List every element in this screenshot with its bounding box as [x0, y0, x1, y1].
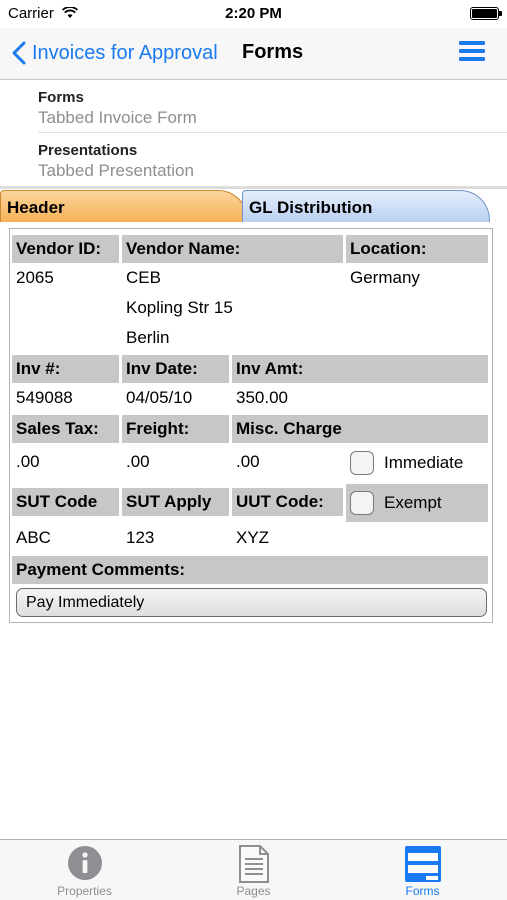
uut-code-value: XYZ [236, 528, 270, 547]
page-title: Forms [242, 41, 304, 63]
tab-gl-distribution[interactable]: GL Distribution [242, 190, 490, 222]
freight-value: .00 [126, 452, 150, 471]
vendor-name-label: Vendor Name: [122, 235, 343, 263]
location-label: Location: [346, 235, 488, 263]
tab-forms[interactable]: Forms [338, 840, 507, 900]
freight-label: Freight: [122, 415, 229, 443]
exempt-label: Exempt [384, 493, 442, 512]
back-button[interactable]: Invoices for Approval [12, 39, 218, 67]
tab-forms-label: Forms [405, 884, 440, 898]
inv-amount-value: 350.00 [236, 388, 288, 407]
vendor-id-value: 2065 [16, 268, 54, 287]
exempt-checkbox[interactable] [350, 491, 374, 515]
list-item-forms[interactable]: Forms Tabbed Invoice Form [38, 80, 507, 133]
immediate-label: Immediate [384, 453, 464, 472]
status-time: 2:20 PM [225, 5, 282, 22]
vendor-address-value: Kopling Str 15 [126, 298, 233, 317]
tab-properties-label: Properties [57, 884, 112, 898]
tab-properties[interactable]: Properties [0, 840, 169, 900]
pages-icon [238, 845, 270, 888]
chevron-left-icon [12, 41, 26, 65]
status-bar: Carrier 2:20 PM [0, 0, 507, 28]
invoice-header-form: Vendor ID: Vendor Name: Location: 2065 C… [9, 228, 493, 623]
inv-date-label: Inv Date: [122, 355, 229, 383]
list-item-subtitle: Tabbed Presentation [38, 161, 194, 180]
sut-code-value: ABC [16, 528, 51, 547]
sut-code-label: SUT Code [12, 488, 119, 516]
vendor-city-value: Berlin [126, 328, 170, 347]
location-value: Germany [350, 268, 420, 287]
sales-tax-value: .00 [16, 452, 40, 471]
tab-header[interactable]: Header [0, 190, 248, 222]
uut-code-label: UUT Code: [232, 488, 343, 516]
exempt-option: Exempt [346, 484, 488, 522]
inv-number-label: Inv #: [12, 355, 119, 383]
divider [0, 186, 507, 189]
tab-pages-label: Pages [236, 884, 271, 898]
immediate-option: Immediate [346, 447, 488, 479]
vendor-name-value: CEB [126, 268, 161, 287]
immediate-checkbox[interactable] [350, 451, 374, 475]
inv-amount-label: Inv Amt: [232, 355, 488, 383]
forms-icon [404, 845, 442, 888]
info-icon [67, 845, 103, 886]
back-button-label: Invoices for Approval [32, 41, 218, 64]
navigation-bar: Invoices for Approval Forms [0, 28, 507, 80]
list-item-presentations[interactable]: Presentations Tabbed Presentation [38, 133, 507, 186]
misc-charge-label: Misc. Charge [232, 415, 488, 443]
list-item-title: Forms [38, 89, 84, 106]
payment-comments-label: Payment Comments: [12, 556, 488, 584]
bottom-tab-bar: Properties Pages Forms [0, 839, 507, 900]
sut-apply-label: SUT Apply [122, 488, 229, 516]
list-item-title: Presentations [38, 142, 138, 159]
battery-icon [470, 7, 502, 20]
tab-pages[interactable]: Pages [169, 840, 338, 900]
menu-icon[interactable] [459, 41, 485, 63]
list-item-subtitle: Tabbed Invoice Form [38, 108, 197, 127]
inv-number-value: 549088 [16, 388, 73, 407]
sut-apply-value: 123 [126, 528, 155, 547]
inv-date-value: 04/05/10 [126, 388, 193, 407]
misc-charge-value: .00 [236, 452, 260, 471]
sales-tax-label: Sales Tax: [12, 415, 119, 443]
vendor-id-label: Vendor ID: [12, 235, 119, 263]
payment-comments-field[interactable]: Pay Immediately [16, 588, 487, 617]
